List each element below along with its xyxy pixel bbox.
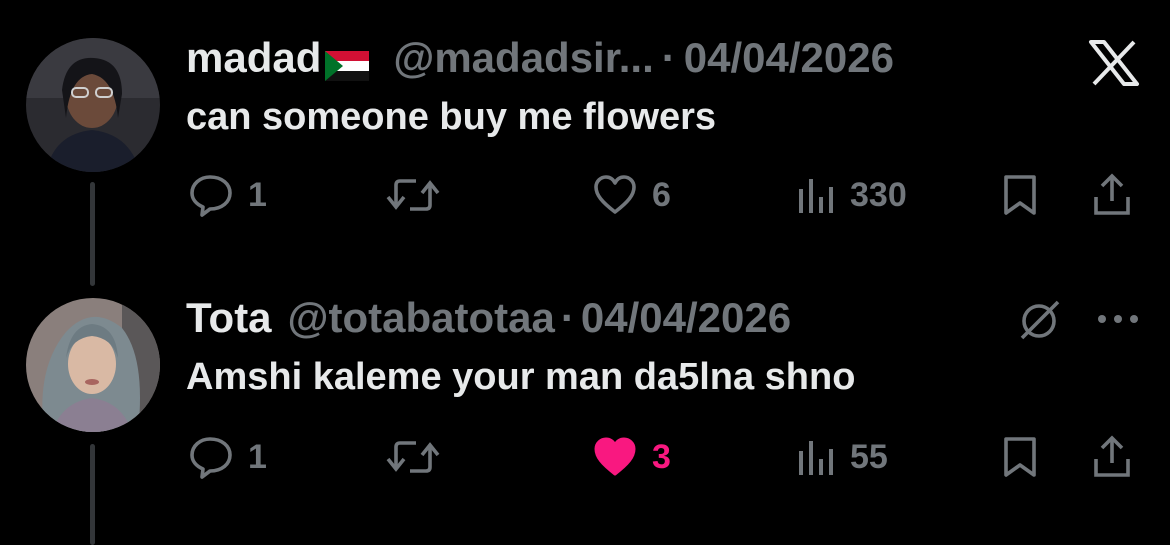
reply-icon bbox=[188, 435, 234, 479]
views-icon bbox=[796, 437, 836, 477]
x-logo-icon[interactable] bbox=[1088, 40, 1140, 91]
heart-filled-icon bbox=[592, 436, 638, 478]
retweet-icon bbox=[386, 173, 440, 217]
separator: · bbox=[560, 294, 575, 341]
timestamp[interactable]: 04/04/2026 bbox=[581, 294, 791, 342]
retweet-button[interactable] bbox=[386, 434, 454, 480]
retweet-icon bbox=[386, 435, 440, 479]
bookmark-icon bbox=[1000, 173, 1040, 217]
thread-line bbox=[90, 182, 95, 286]
reply-count: 1 bbox=[248, 175, 267, 214]
sudan-flag-icon bbox=[325, 43, 370, 81]
reply-count: 1 bbox=[248, 437, 267, 476]
share-icon bbox=[1090, 435, 1134, 479]
timestamp[interactable]: 04/04/2026 bbox=[684, 34, 894, 82]
display-name[interactable]: madad bbox=[186, 34, 321, 82]
like-button[interactable]: 6 bbox=[592, 172, 671, 218]
like-count: 3 bbox=[652, 437, 671, 476]
views-count: 330 bbox=[850, 175, 907, 214]
views-button[interactable]: 330 bbox=[796, 172, 907, 218]
heart-icon bbox=[592, 174, 638, 216]
bookmark-icon bbox=[1000, 435, 1040, 479]
like-button[interactable]: 3 bbox=[592, 434, 671, 480]
grok-icon[interactable] bbox=[1018, 298, 1062, 347]
more-dots-icon[interactable] bbox=[1096, 312, 1140, 331]
views-icon bbox=[796, 175, 836, 215]
handle[interactable]: @madadsir... bbox=[393, 34, 653, 82]
reply-icon bbox=[188, 173, 234, 217]
retweet-button[interactable] bbox=[386, 172, 454, 218]
separator: · bbox=[661, 34, 676, 81]
thread-line bbox=[90, 444, 95, 545]
reply-button[interactable]: 1 bbox=[188, 434, 267, 480]
avatar[interactable] bbox=[26, 38, 160, 172]
tweet-header: Tota @totabatotaa · 04/04/2026 bbox=[186, 292, 791, 344]
share-button[interactable] bbox=[1090, 434, 1134, 480]
tweet-text: Amshi kaleme your man da5lna shno bbox=[186, 356, 856, 398]
tweet-text: can someone buy me flowers bbox=[186, 96, 717, 138]
tweet-header: madad @madadsir... · 04/04/2026 bbox=[186, 32, 894, 84]
bookmark-button[interactable] bbox=[1000, 434, 1040, 480]
bookmark-button[interactable] bbox=[1000, 172, 1040, 218]
share-button[interactable] bbox=[1090, 172, 1134, 218]
views-count: 55 bbox=[850, 437, 888, 476]
display-name[interactable]: Tota bbox=[186, 294, 272, 342]
handle[interactable]: @totabatotaa bbox=[288, 294, 555, 342]
avatar[interactable] bbox=[26, 298, 160, 432]
views-button[interactable]: 55 bbox=[796, 434, 888, 480]
like-count: 6 bbox=[652, 175, 671, 214]
share-icon bbox=[1090, 173, 1134, 217]
reply-button[interactable]: 1 bbox=[188, 172, 267, 218]
